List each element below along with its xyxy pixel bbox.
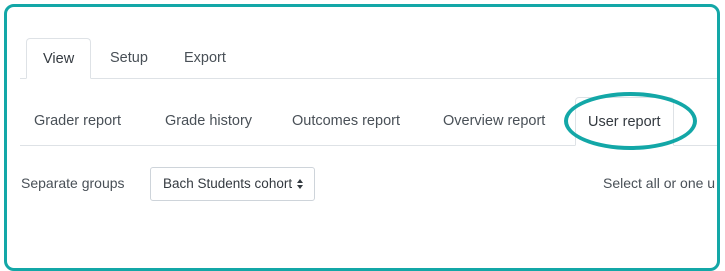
group-select-value: Bach Students cohort [163,176,293,191]
tab-user-report[interactable]: User report [575,97,674,146]
select-arrows-icon [297,179,303,189]
top-tab-bar: View Setup Export [20,38,717,79]
group-select[interactable]: Bach Students cohort [150,167,315,201]
screenshot-frame: View Setup Export Grader report Grade hi… [4,4,720,271]
tab-export[interactable]: Export [168,38,242,78]
tab-grader-report[interactable]: Grader report [34,97,121,145]
tab-setup[interactable]: Setup [94,38,164,78]
separate-groups-label: Separate groups [21,175,125,191]
select-all-hint: Select all or one u [603,175,716,191]
report-tab-bar: Grader report Grade history Outcomes rep… [20,97,717,146]
tab-grade-history[interactable]: Grade history [165,97,252,145]
tab-overview-report[interactable]: Overview report [443,97,545,145]
group-selector-row: Separate groups Bach Students cohort Sel… [7,167,717,201]
tab-outcomes-report[interactable]: Outcomes report [292,97,400,145]
tab-view[interactable]: View [26,38,92,79]
